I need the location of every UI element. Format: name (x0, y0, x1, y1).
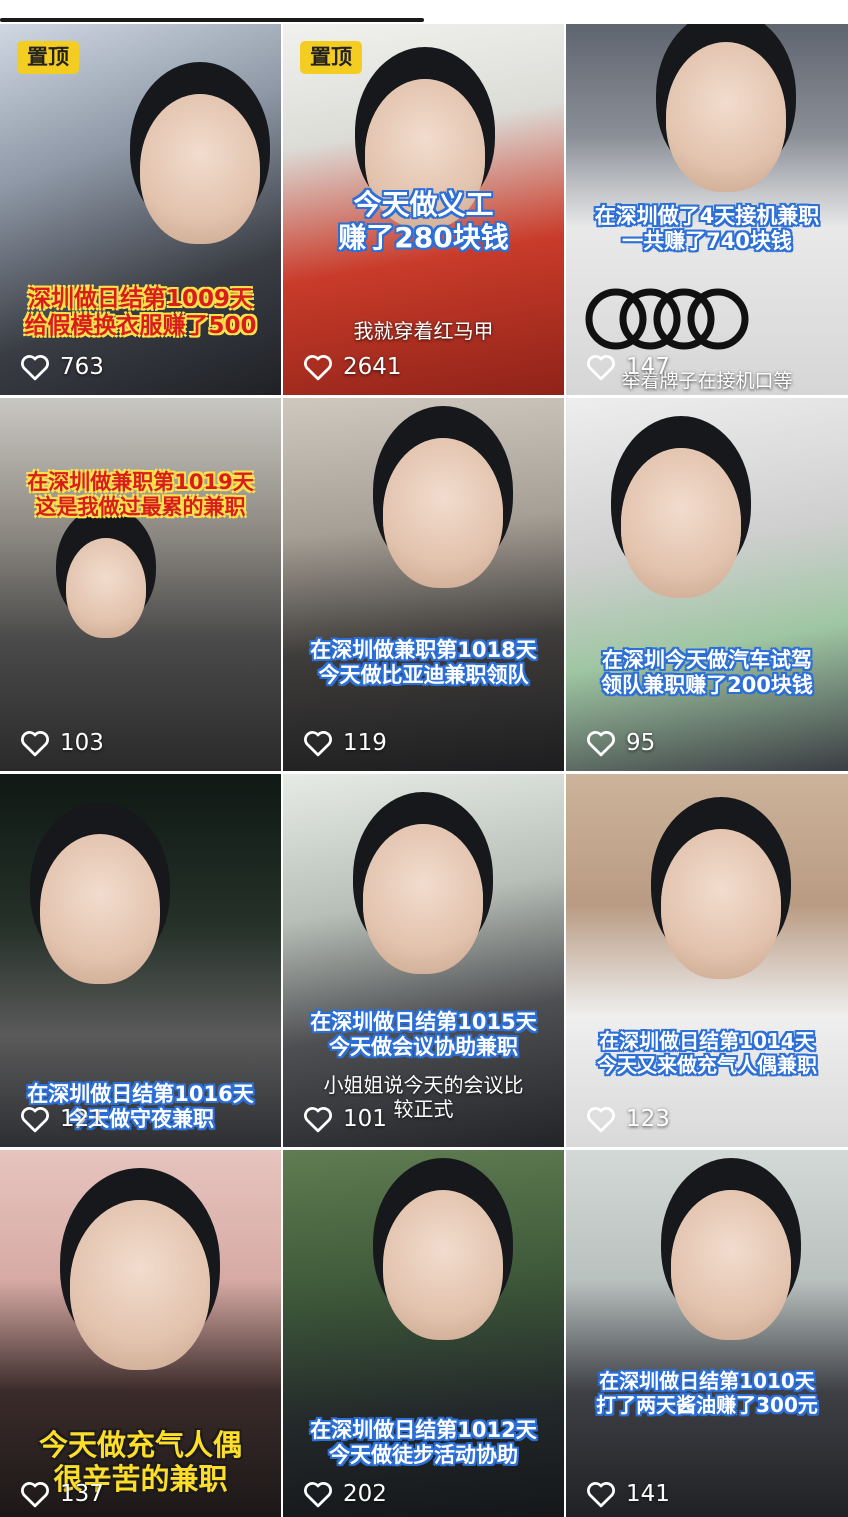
caption-line: 今天又来做充气人偶兼职 (597, 1052, 817, 1077)
video-caption: 在深圳做日结第1014天 今天又来做充气人偶兼职 (566, 1029, 848, 1077)
like-counter[interactable]: 103 (20, 729, 104, 757)
thumbnail-person (671, 1190, 791, 1340)
car-brand-logo (585, 288, 749, 350)
thumbnail-person (383, 1190, 503, 1340)
video-tile-7[interactable]: 在深圳做日结第1016天 今天做守夜兼职 121 (0, 774, 281, 1147)
caption-line: 在深圳做日结第1014天 (599, 1029, 815, 1053)
caption-line: 今天做义工 (353, 188, 494, 221)
video-subcaption: 我就穿着红马甲 (353, 319, 494, 343)
caption-line: 领队兼职赚了200块钱 (601, 672, 813, 697)
like-counter[interactable]: 101 (303, 1105, 387, 1133)
heart-outline-icon (21, 355, 49, 381)
like-count: 137 (60, 1481, 104, 1507)
video-tile-8[interactable]: 在深圳做日结第1015天 今天做会议协助兼职 小姐姐说今天的会议比较正式 101 (283, 774, 564, 1147)
video-tile-2[interactable]: 置顶 今天做义工 赚了280块钱 我就穿着红马甲 2641 (283, 24, 564, 395)
video-tile-3[interactable]: 在深圳做了4天接机兼职 一共赚了740块钱 举着牌子在接机口等 147 (566, 24, 848, 395)
caption-line: 在深圳做兼职第1018天 (310, 638, 537, 662)
heart-outline-icon (587, 355, 615, 381)
heart-outline-icon (304, 1107, 332, 1133)
thumbnail-person (661, 829, 781, 979)
video-tile-4[interactable]: 在深圳做兼职第1019天 这是我做过最累的兼职 103 (0, 398, 281, 771)
like-counter[interactable]: 147 (586, 353, 670, 381)
like-counter[interactable]: 141 (586, 1480, 670, 1508)
video-tile-6[interactable]: 在深圳今天做汽车试驾 领队兼职赚了200块钱 95 (566, 398, 848, 771)
caption-line: 今天做比亚迪兼职领队 (318, 662, 529, 687)
like-count: 141 (626, 1481, 670, 1507)
caption-line: 今天做会议协助兼职 (329, 1034, 518, 1059)
like-count: 121 (60, 1106, 104, 1132)
video-tile-12[interactable]: 在深圳做日结第1010天 打了两天酱油赚了300元 141 (566, 1150, 848, 1517)
caption-line: 今天做徒步活动协助 (329, 1442, 518, 1467)
thumbnail-person (70, 1200, 210, 1370)
caption-line: 打了两天酱油赚了300元 (596, 1392, 818, 1417)
heart-outline-icon (21, 1107, 49, 1133)
thumbnail-person (363, 824, 483, 974)
like-counter[interactable]: 137 (20, 1480, 104, 1508)
video-caption: 在深圳做日结第1015天 今天做会议协助兼职 (283, 1010, 564, 1060)
video-caption: 在深圳做兼职第1018天 今天做比亚迪兼职领队 (283, 638, 564, 688)
like-counter[interactable]: 119 (303, 729, 387, 757)
like-count: 202 (343, 1481, 387, 1507)
video-tile-9[interactable]: 在深圳做日结第1014天 今天又来做充气人偶兼职 123 (566, 774, 848, 1147)
video-caption: 在深圳做了4天接机兼职 一共赚了740块钱 (566, 204, 848, 254)
caption-line: 在深圳做日结第1016天 (27, 1082, 254, 1106)
video-caption: 今天做义工 赚了280块钱 (283, 188, 564, 254)
video-caption: 在深圳做日结第1012天 今天做徒步活动协助 (283, 1418, 564, 1468)
heart-outline-icon (587, 731, 615, 757)
video-tile-11[interactable]: 在深圳做日结第1012天 今天做徒步活动协助 202 (283, 1150, 564, 1517)
caption-line: 一共赚了740块钱 (622, 228, 792, 253)
thumbnail-person (66, 538, 146, 638)
like-counter[interactable]: 123 (586, 1105, 670, 1133)
heart-outline-icon (304, 355, 332, 381)
caption-line: 深圳做日结第1009天 (27, 286, 253, 312)
like-counter[interactable]: 202 (303, 1480, 387, 1508)
like-counter[interactable]: 2641 (303, 353, 402, 381)
heart-outline-icon (587, 1107, 615, 1133)
thumbnail-person (621, 448, 741, 598)
like-count: 119 (343, 730, 387, 756)
caption-line: 在深圳今天做汽车试驾 (602, 648, 812, 672)
like-count: 101 (343, 1106, 387, 1132)
video-tile-10[interactable]: 今天做充气人偶 很辛苦的兼职 137 (0, 1150, 281, 1517)
video-caption: 深圳做日结第1009天 给假模换衣服赚了500 (0, 286, 281, 340)
video-grid: 置顶 深圳做日结第1009天 给假模换衣服赚了500 763 置顶 今天做义工 … (0, 24, 848, 1517)
like-count: 147 (626, 354, 670, 380)
thumbnail-person (140, 94, 260, 244)
caption-line: 这是我做过最累的兼职 (35, 494, 246, 519)
caption-line: 今天做充气人偶 (38, 1428, 242, 1462)
caption-line: 在深圳做了4天接机兼职 (594, 204, 820, 228)
caption-line: 在深圳做日结第1010天 (599, 1369, 815, 1393)
thumbnail-person (383, 438, 503, 588)
like-count: 2641 (343, 354, 402, 380)
like-counter[interactable]: 763 (20, 353, 104, 381)
pinned-badge: 置顶 (17, 41, 79, 75)
video-caption: 在深圳今天做汽车试驾 领队兼职赚了200块钱 (566, 648, 848, 698)
caption-line: 给假模换衣服赚了500 (24, 313, 257, 340)
video-caption: 在深圳做日结第1010天 打了两天酱油赚了300元 (566, 1369, 848, 1417)
caption-line: 在深圳做兼职第1019天 (27, 470, 254, 494)
heart-outline-icon (21, 1482, 49, 1508)
pinned-badge: 置顶 (300, 41, 362, 75)
thumbnail-person (666, 42, 786, 192)
heart-outline-icon (304, 1482, 332, 1508)
like-count: 123 (626, 1106, 670, 1132)
video-tile-5[interactable]: 在深圳做兼职第1018天 今天做比亚迪兼职领队 119 (283, 398, 564, 771)
caption-line: 在深圳做日结第1015天 (310, 1010, 537, 1034)
like-count: 103 (60, 730, 104, 756)
caption-line: 在深圳做日结第1012天 (310, 1418, 537, 1442)
heart-outline-icon (587, 1482, 615, 1508)
thumbnail-person (40, 834, 160, 984)
video-caption: 在深圳做兼职第1019天 这是我做过最累的兼职 (0, 470, 281, 520)
like-count: 763 (60, 354, 104, 380)
like-counter[interactable]: 121 (20, 1105, 104, 1133)
like-counter[interactable]: 95 (586, 729, 655, 757)
video-tile-1[interactable]: 置顶 深圳做日结第1009天 给假模换衣服赚了500 763 (0, 24, 281, 395)
heart-outline-icon (304, 731, 332, 757)
scroll-indicator (0, 18, 424, 22)
heart-outline-icon (21, 731, 49, 757)
like-count: 95 (626, 730, 656, 756)
caption-line: 赚了280块钱 (338, 221, 509, 255)
